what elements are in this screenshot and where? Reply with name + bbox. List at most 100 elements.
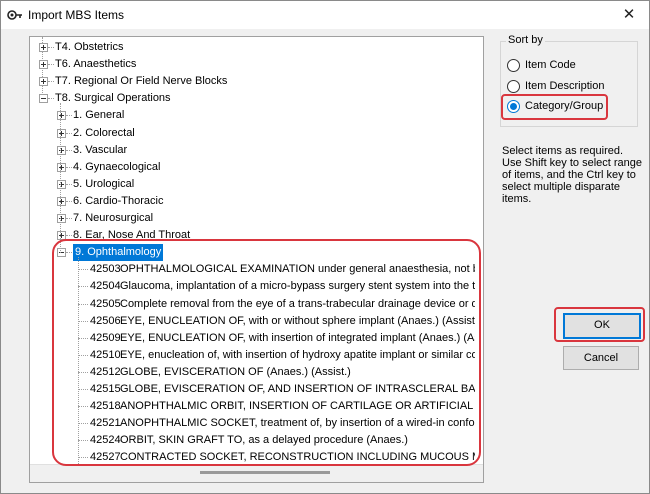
tree-node[interactable]: 4. Gynaecological [30, 159, 483, 176]
tree-node[interactable]: 2. Colorectal [30, 125, 483, 142]
tree-node-label: 5. Urological [73, 177, 135, 190]
expand-icon[interactable] [57, 145, 66, 155]
tree-node[interactable]: T6. Anaesthetics [30, 56, 483, 73]
table-row[interactable]: 42506 EYE, ENUCLEATION OF, with or withou… [30, 313, 483, 330]
table-row[interactable]: 42510 EYE, enucleation of, with insertion… [30, 347, 483, 364]
expand-icon[interactable] [39, 77, 48, 87]
tree-node-label: T6. Anaesthetics [55, 58, 137, 71]
table-row[interactable]: 42512 GLOBE, EVISCERATION OF (Anaes.) (As… [30, 364, 483, 381]
horizontal-scrollbar[interactable] [30, 464, 483, 482]
tree-connector [66, 149, 72, 151]
window-title: Import MBS Items [28, 8, 125, 22]
tree-connector [66, 132, 72, 134]
item-description: OPHTHALMOLOGICAL EXAMINATION under gener… [120, 263, 475, 276]
tree-node-selected[interactable]: 9. Ophthalmology [30, 244, 483, 262]
table-row[interactable]: 42515 GLOBE, EVISCERATION OF, AND INSERTI… [30, 381, 483, 398]
tree-node-label: 1. General [73, 109, 125, 122]
tree-connector [66, 166, 72, 168]
mbs-item-tree[interactable]: T4. Obstetrics T6. Anaesthetics T7. Region… [29, 36, 484, 483]
tree-line-level2 [78, 257, 79, 482]
tree-node[interactable]: 6. Cardio-Thoracic [30, 193, 483, 210]
tree-connector [48, 47, 54, 48]
tree-connector [78, 389, 88, 390]
expand-icon[interactable] [57, 214, 66, 223]
tree-connector [78, 371, 88, 373]
expand-icon[interactable] [57, 111, 66, 121]
expand-icon[interactable] [39, 43, 48, 52]
item-description: ANOPHTHALMIC SOCKET, treatment of, by in… [120, 417, 475, 430]
expand-icon[interactable] [57, 179, 66, 189]
tree-connector [66, 252, 72, 254]
table-row[interactable]: 42524 ORBIT, SKIN GRAFT TO, as a delayed … [30, 432, 483, 449]
tree-node-label: 8. Ear, Nose And Throat [73, 229, 191, 242]
cancel-button[interactable]: Cancel [563, 346, 639, 370]
item-description: EYE, ENUCLEATION OF, with insertion of i… [120, 331, 475, 344]
tree-connector [78, 354, 88, 356]
item-code: 42521 [90, 417, 121, 430]
tree-connector [66, 183, 72, 185]
tree-connector [78, 406, 88, 408]
tree-connector [66, 235, 72, 237]
app-logo-icon [7, 10, 22, 20]
expand-icon[interactable] [57, 128, 66, 138]
tree-node[interactable]: 8. Ear, Nose And Throat [30, 227, 483, 244]
item-code: 42524 [90, 434, 121, 447]
tree-connector [78, 457, 88, 459]
tree-connector [66, 218, 72, 219]
radio-category-group-indicator[interactable] [507, 100, 520, 113]
item-description: Glaucoma, implantation of a micro-bypass… [120, 280, 475, 293]
table-row[interactable]: 42509 EYE, ENUCLEATION OF, with insertion… [30, 330, 483, 347]
tree-node-label: 2. Colorectal [73, 126, 135, 139]
ok-button[interactable]: OK [563, 313, 641, 339]
table-row[interactable]: 42503 OPHTHALMOLOGICAL EXAMINATION under … [30, 261, 483, 278]
table-row[interactable]: 42518 ANOPHTHALMIC ORBIT, INSERTION OF CA… [30, 398, 483, 415]
tree-connector [66, 115, 72, 117]
tree-node-label: T7. Regional Or Field Nerve Blocks [55, 75, 228, 88]
item-code: 42512 [90, 365, 121, 378]
collapse-icon[interactable] [57, 248, 66, 258]
expand-icon[interactable] [39, 60, 48, 70]
tree-node[interactable]: 5. Urological [30, 176, 483, 193]
radio-item-description-indicator[interactable] [507, 80, 520, 93]
expand-icon[interactable] [57, 196, 66, 206]
item-description: ANOPHTHALMIC ORBIT, INSERTION OF CARTILA… [120, 400, 475, 413]
tree-node-label: 6. Cardio-Thoracic [73, 194, 164, 207]
tree-node[interactable]: T8. Surgical Operations [30, 90, 483, 107]
item-description: ORBIT, SKIN GRAFT TO, as a delayed proce… [120, 434, 408, 447]
tree-node[interactable]: T7. Regional Or Field Nerve Blocks [30, 73, 483, 90]
tree-node[interactable]: 7. Neurosurgical [30, 210, 483, 227]
tree-node-label: 4. Gynaecological [73, 160, 161, 173]
collapse-icon[interactable] [39, 94, 48, 104]
import-mbs-dialog: Import MBS Items ✕ T4. Obstetrics T6. Ana… [0, 0, 650, 494]
expand-icon[interactable] [57, 231, 66, 241]
tree-node[interactable]: 3. Vascular [30, 142, 483, 159]
close-icon: ✕ [622, 6, 636, 23]
radio-category-group-label: Category/Group [525, 100, 604, 112]
title-bar[interactable]: Import MBS Items ✕ [1, 1, 649, 29]
item-code: 42505 [90, 297, 121, 310]
instructions-text: Select items as required. Use Shift key … [502, 145, 643, 205]
expand-icon[interactable] [57, 162, 66, 172]
tree-node-label: T8. Surgical Operations [55, 92, 171, 105]
table-row[interactable]: 42504 Glaucoma, implantation of a micro-b… [30, 278, 483, 295]
item-code: 42518 [90, 400, 121, 413]
item-description: EYE, enucleation of, with insertion of h… [120, 348, 475, 361]
tree-node[interactable]: 1. General [30, 107, 483, 124]
tree-connector [78, 337, 88, 339]
sort-by-title: Sort by [506, 34, 545, 46]
tree-connector [66, 200, 72, 202]
tree-line-level1 [60, 103, 61, 254]
tree-connector [48, 81, 54, 83]
tree-connector [78, 269, 88, 271]
scrollbar-thumb[interactable] [200, 471, 330, 474]
close-button[interactable]: ✕ [609, 1, 649, 29]
tree-node[interactable]: T4. Obstetrics [30, 39, 483, 56]
item-code: 42506 [90, 314, 121, 327]
item-description: Complete removal from the eye of a trans… [120, 297, 475, 310]
item-code: 42515 [90, 383, 121, 395]
table-row[interactable]: 42505 Complete removal from the eye of a … [30, 296, 483, 313]
radio-item-code-indicator[interactable] [507, 59, 520, 72]
item-description: GLOBE, EVISCERATION OF, AND INSERTION OF… [120, 383, 475, 395]
tree-connector [78, 320, 88, 322]
table-row[interactable]: 42521 ANOPHTHALMIC SOCKET, treatment of, … [30, 415, 483, 432]
